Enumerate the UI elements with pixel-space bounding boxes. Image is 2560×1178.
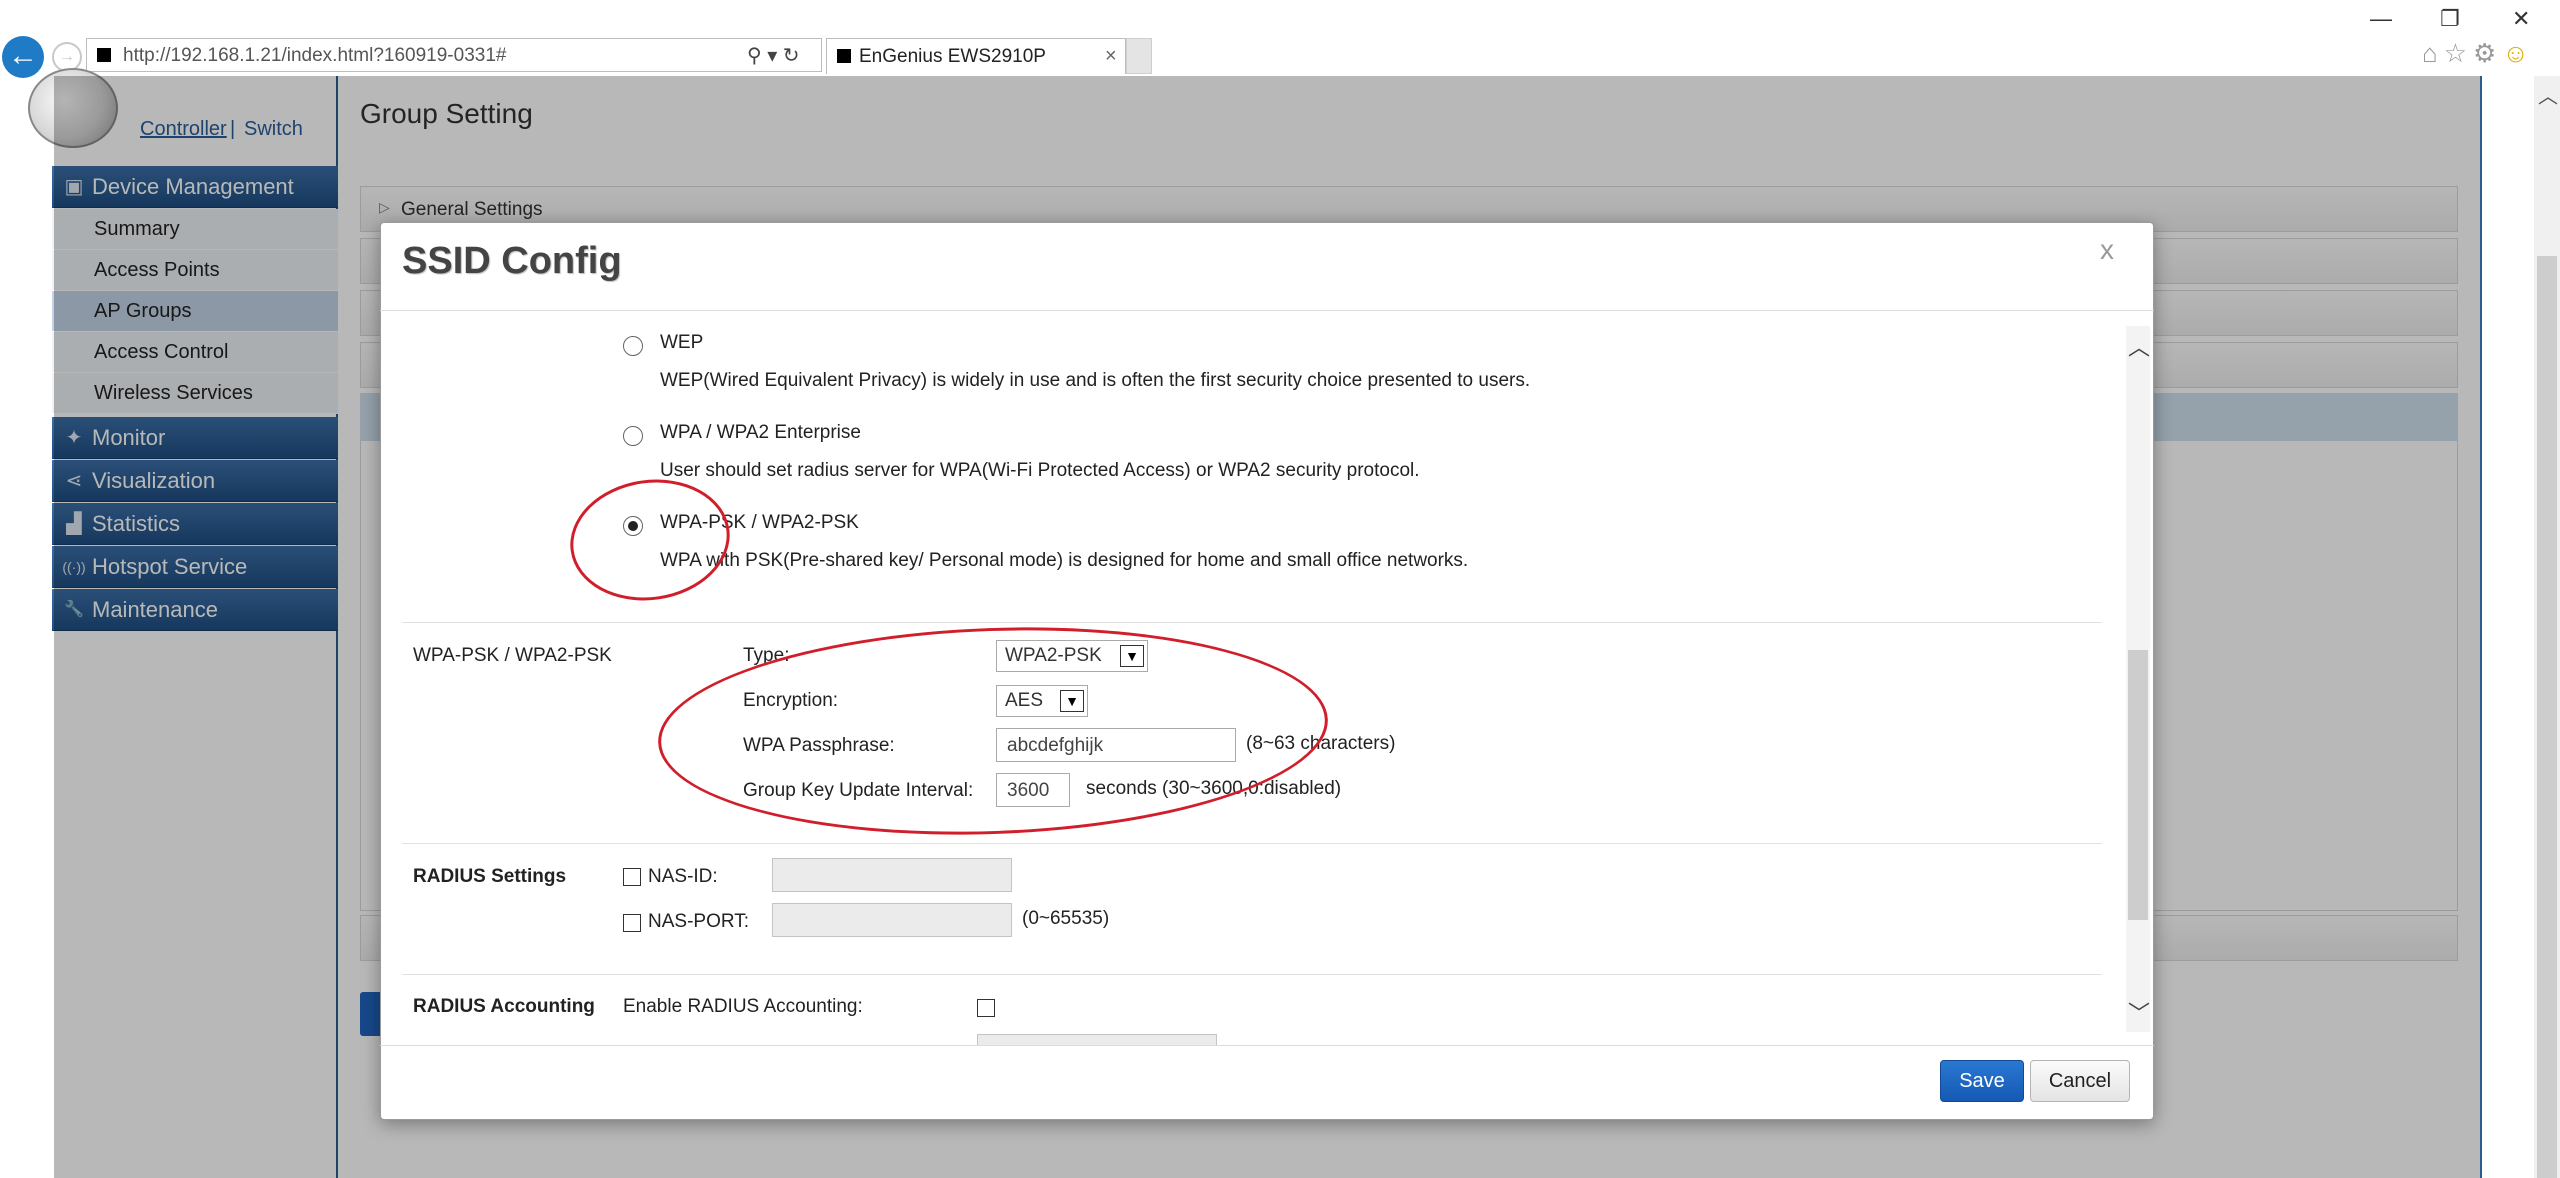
- modal-title: SSID Config: [402, 240, 622, 282]
- browser-tab[interactable]: EnGenius EWS2910P ×: [826, 38, 1126, 74]
- scroll-up-icon[interactable]: ︿: [2538, 80, 2558, 109]
- nas-port-checkbox[interactable]: [623, 914, 641, 932]
- modal-scrollbar[interactable]: ︿ ﹀: [2126, 326, 2150, 1032]
- radius-accounting-input-partial[interactable]: [977, 1034, 1217, 1045]
- option-desc-wpa-psk: WPA with PSK(Pre-shared key/ Personal mo…: [660, 550, 1469, 571]
- radius-accounting-heading: RADIUS Accounting: [413, 996, 595, 1017]
- arrow-left-icon: ←: [8, 39, 38, 72]
- arrow-right-icon: →: [59, 48, 75, 65]
- option-desc-wpa-enterprise: User should set radius server for WPA(Wi…: [660, 460, 1420, 481]
- url-text[interactable]: http://192.168.1.21/index.html?160919-03…: [123, 45, 506, 67]
- address-bar[interactable]: http://192.168.1.21/index.html?160919-03…: [86, 38, 822, 72]
- nas-id-checkbox[interactable]: [623, 868, 641, 886]
- section-divider: [402, 843, 2102, 844]
- save-button[interactable]: Save: [1940, 1060, 2024, 1102]
- tab-title: EnGenius EWS2910P: [859, 46, 1046, 67]
- option-label-wpa-enterprise: WPA / WPA2 Enterprise: [660, 422, 861, 443]
- modal-footer-divider: [380, 1045, 2154, 1046]
- chevron-down-icon[interactable]: ﹀: [2128, 996, 2150, 1028]
- enable-radius-accounting-checkbox[interactable]: [977, 999, 995, 1017]
- favicon-icon: [97, 48, 111, 62]
- cancel-button[interactable]: Cancel: [2030, 1060, 2130, 1102]
- search-refresh-icons[interactable]: ⚲ ▾ ↻: [747, 43, 800, 68]
- nas-port-hint: (0~65535): [1022, 908, 1110, 929]
- close-window-button[interactable]: ✕: [2512, 6, 2530, 32]
- nas-id-input[interactable]: [772, 858, 1012, 892]
- favicon-icon: [837, 49, 851, 63]
- radio-wpa-enterprise[interactable]: [623, 426, 643, 446]
- restore-button[interactable]: ❐: [2440, 6, 2460, 32]
- browser-toolbar-icons: ⌂☆⚙☺: [2422, 38, 2535, 69]
- enable-radius-accounting-label: Enable RADIUS Accounting:: [623, 996, 863, 1017]
- tab-close-icon[interactable]: ×: [1105, 45, 1117, 68]
- option-label-wep: WEP: [660, 332, 704, 353]
- back-button[interactable]: ←: [2, 36, 44, 78]
- home-icon[interactable]: ⌂: [2422, 38, 2444, 68]
- modal-scrollbar-thumb[interactable]: [2128, 650, 2148, 920]
- section-divider: [402, 974, 2102, 975]
- page-scrollbar[interactable]: ︿: [2534, 76, 2560, 1178]
- radius-settings-heading: RADIUS Settings: [413, 866, 567, 887]
- modal-close-icon[interactable]: x: [2100, 234, 2114, 266]
- minimize-button[interactable]: —: [2370, 6, 2392, 32]
- settings-gear-icon[interactable]: ⚙: [2473, 38, 2502, 68]
- smiley-feedback-icon[interactable]: ☺: [2502, 38, 2535, 68]
- psk-section-heading: WPA-PSK / WPA2-PSK: [413, 645, 612, 666]
- nas-id-label: NAS-ID:: [648, 866, 718, 887]
- scrollbar-thumb[interactable]: [2537, 256, 2557, 1178]
- favorites-star-icon[interactable]: ☆: [2444, 38, 2473, 68]
- nas-port-label: NAS-PORT:: [648, 911, 750, 932]
- chevron-up-icon[interactable]: ︿: [2128, 330, 2150, 362]
- section-divider: [402, 622, 2102, 623]
- new-tab-button[interactable]: [1126, 38, 1152, 74]
- option-desc-wep: WEP(Wired Equivalent Privacy) is widely …: [660, 370, 1531, 391]
- modal-header-divider: [380, 310, 2154, 311]
- radio-wep[interactable]: [623, 336, 643, 356]
- nas-port-input[interactable]: [772, 903, 1012, 937]
